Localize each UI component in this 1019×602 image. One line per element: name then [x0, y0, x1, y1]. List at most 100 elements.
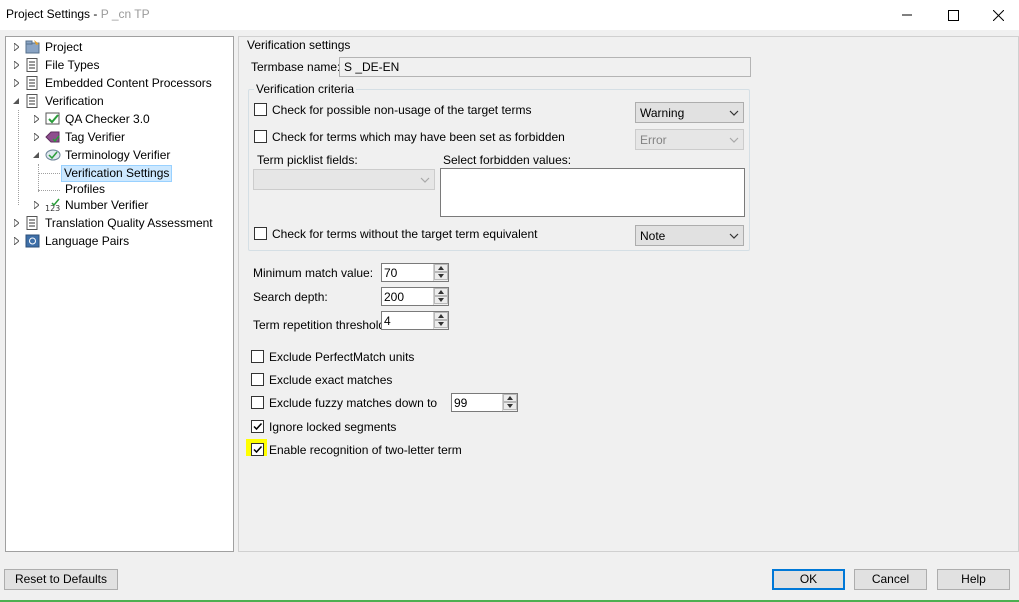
picklist-select[interactable] [253, 169, 435, 190]
ignore-locked-checkbox[interactable] [251, 420, 264, 433]
spinner-buttons [433, 288, 448, 305]
arrow-down-icon [438, 298, 444, 302]
spin-up-button[interactable] [434, 264, 448, 272]
help-button[interactable]: Help [937, 569, 1010, 590]
spin-down-button[interactable] [503, 402, 517, 410]
settings-tree[interactable]: Project File Types Embedded Content Proc… [5, 36, 234, 552]
maximize-button[interactable] [930, 0, 976, 30]
spin-down-button[interactable] [434, 272, 448, 280]
spinner-buttons [502, 394, 517, 411]
fuzzy-threshold-value: 99 [454, 396, 468, 410]
tree-item-tag-verifier[interactable]: Tag Verifier [32, 128, 232, 146]
spin-down-button[interactable] [434, 296, 448, 304]
qa-checker-icon [45, 112, 61, 126]
tree-item-qa-checker[interactable]: QA Checker 3.0 [32, 110, 232, 128]
tree-connector [38, 164, 39, 192]
termbase-name-field[interactable]: S _DE-EN [339, 57, 751, 77]
min-match-spinner[interactable]: 70 [381, 263, 449, 282]
file-types-icon [25, 58, 41, 72]
repetition-spinner[interactable]: 4 [381, 311, 449, 330]
arrow-down-icon [438, 322, 444, 326]
forbidden-checkbox[interactable] [254, 130, 267, 143]
expand-arrow-icon[interactable] [12, 214, 21, 232]
forbidden-values-list[interactable] [440, 168, 745, 217]
close-icon [992, 9, 1004, 21]
embedded-content-icon [25, 76, 41, 90]
repetition-label: Term repetition threshold: [253, 318, 389, 332]
collapse-arrow-icon[interactable] [12, 92, 21, 110]
no-equivalent-checkbox[interactable] [254, 227, 267, 240]
nonusage-severity-value: Warning [640, 106, 685, 120]
maximize-icon [947, 9, 959, 21]
tree-item-label: Embedded Content Processors [45, 76, 212, 90]
nonusage-checkbox[interactable] [254, 103, 267, 116]
expand-arrow-icon[interactable] [12, 56, 21, 74]
search-depth-value: 200 [384, 290, 405, 304]
picklist-label: Term picklist fields: [257, 153, 358, 167]
expand-arrow-icon[interactable] [12, 38, 21, 56]
forbidden-label: Check for terms which may have been set … [272, 130, 565, 144]
search-depth-spinner[interactable]: 200 [381, 287, 449, 306]
tree-item-label: Number Verifier [65, 198, 149, 212]
chevron-down-icon [729, 110, 739, 116]
tree-connector [38, 173, 60, 174]
no-equivalent-label: Check for terms without the target term … [272, 227, 538, 241]
tree-item-label: Terminology Verifier [65, 148, 171, 162]
tree-item-label: File Types [45, 58, 100, 72]
exclude-perfect-label: Exclude PerfectMatch units [269, 350, 415, 364]
exclude-perfect-checkbox[interactable] [251, 350, 264, 363]
close-button[interactable] [975, 0, 1019, 30]
exclude-exact-checkbox[interactable] [251, 373, 264, 386]
tree-item-file-types[interactable]: File Types [12, 56, 232, 74]
forbidden-values-label: Select forbidden values: [443, 153, 572, 167]
tree-item-label: Tag Verifier [65, 130, 126, 144]
number-verifier-icon: 123 [45, 198, 61, 213]
expand-arrow-icon[interactable] [32, 196, 41, 214]
cancel-button[interactable]: Cancel [854, 569, 927, 590]
spin-up-button[interactable] [503, 394, 517, 402]
expand-arrow-icon[interactable] [32, 110, 41, 128]
minimize-button[interactable] [884, 0, 930, 30]
nonusage-severity-select[interactable]: Warning [635, 102, 744, 123]
spin-down-button[interactable] [434, 320, 448, 328]
min-match-label: Minimum match value: [253, 266, 374, 280]
tree-item-language-pairs[interactable]: Language Pairs [12, 232, 232, 250]
expand-arrow-icon[interactable] [12, 74, 21, 92]
chevron-down-icon [729, 137, 739, 143]
checkmark-icon [253, 422, 263, 431]
tree-item-number-verifier[interactable]: 123 Number Verifier [32, 196, 232, 214]
reset-to-defaults-button[interactable]: Reset to Defaults [4, 569, 118, 590]
exclude-fuzzy-checkbox[interactable] [251, 396, 264, 409]
window-title-text: Project Settings - [6, 7, 101, 21]
repetition-value: 4 [384, 314, 391, 328]
tag-verifier-icon [45, 130, 61, 144]
collapse-arrow-icon[interactable] [32, 146, 41, 164]
settings-panel: Verification settings Termbase name: S _… [238, 36, 1019, 552]
forbidden-severity-select[interactable]: Error [635, 129, 744, 150]
no-equivalent-severity-select[interactable]: Note [635, 225, 744, 246]
spin-up-button[interactable] [434, 312, 448, 320]
expand-arrow-icon[interactable] [32, 128, 41, 146]
chevron-down-icon [729, 233, 739, 239]
forbidden-severity-value: Error [640, 133, 667, 147]
ok-button[interactable]: OK [772, 569, 845, 590]
expand-arrow-icon[interactable] [12, 232, 21, 250]
verification-criteria-legend: Verification criteria [254, 82, 357, 96]
tree-item-project[interactable]: Project [12, 38, 232, 56]
spin-up-button[interactable] [434, 288, 448, 296]
two-letter-checkbox[interactable] [251, 443, 264, 456]
tree-item-embedded-content[interactable]: Embedded Content Processors [12, 74, 232, 92]
exclude-fuzzy-label: Exclude fuzzy matches down to [269, 396, 438, 410]
fuzzy-threshold-spinner[interactable]: 99 [451, 393, 518, 412]
spinner-buttons [433, 312, 448, 329]
svg-text:123: 123 [45, 204, 60, 212]
tree-item-translation-quality[interactable]: Translation Quality Assessment [12, 214, 232, 232]
tree-item-verification[interactable]: Verification [12, 92, 232, 110]
arrow-down-icon [438, 274, 444, 278]
tqa-icon [25, 216, 41, 230]
window-title: Project Settings - P _cn TP [6, 7, 150, 21]
tree-item-label: Verification [45, 94, 104, 108]
tree-item-label: Language Pairs [45, 234, 130, 248]
tree-item-terminology-verifier[interactable]: Terminology Verifier [32, 146, 232, 164]
arrow-up-icon [438, 314, 444, 318]
